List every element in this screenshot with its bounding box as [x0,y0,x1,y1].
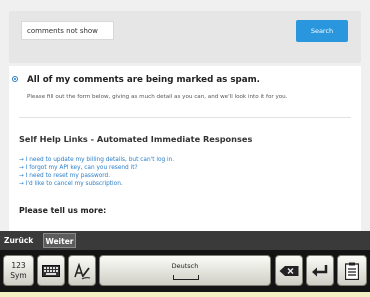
symbols-key-line1: 123 [11,261,26,270]
clipboard-key[interactable] [337,255,367,286]
clipboard-icon [345,262,359,280]
help-link-reset-password[interactable]: → I need to reset my password. [19,172,174,180]
question-description: Please fill out the form below, giving a… [27,94,288,100]
backspace-key[interactable] [275,255,303,286]
onscreen-keyboard: 123 Sym Deutsch [0,250,370,297]
handwriting-key[interactable] [68,255,96,286]
search-panel: comments not show Search [9,11,361,63]
space-key-language: Deutsch [171,262,199,270]
enter-icon [312,264,328,276]
form-navigation-bar: Zurück Weiter [0,231,370,250]
space-key[interactable]: Deutsch [99,255,271,286]
next-button[interactable]: Weiter [43,233,76,248]
question-title: All of my comments are being marked as s… [27,75,260,85]
keyboard-switch-key[interactable] [37,255,65,286]
symbols-key-line2: Sym [10,271,27,280]
backspace-icon [279,265,299,276]
enter-key[interactable] [306,255,334,286]
tell-more-heading: Please tell us more: [19,206,107,215]
radio-selected-icon[interactable] [12,76,18,82]
self-help-links: → I need to update my billing details, b… [19,156,174,188]
divider [19,117,351,118]
space-bar-icon [173,275,199,280]
bottom-strip [0,292,370,297]
search-button[interactable]: Search [296,20,348,42]
search-input[interactable]: comments not show [21,21,114,40]
help-link-billing[interactable]: → I need to update my billing details, b… [19,156,174,164]
self-help-title: Self Help Links - Automated Immediate Re… [19,134,253,144]
back-button[interactable]: Zurück [4,233,33,248]
help-link-api-key[interactable]: → I forgot my API key, can you resend it… [19,164,174,172]
help-link-cancel-subscription[interactable]: → I'd like to cancel my subscription. [19,180,174,188]
handwriting-icon [74,262,91,279]
support-form-card: All of my comments are being marked as s… [9,66,361,231]
symbols-key[interactable]: 123 Sym [3,255,34,286]
keyboard-icon [42,264,60,277]
